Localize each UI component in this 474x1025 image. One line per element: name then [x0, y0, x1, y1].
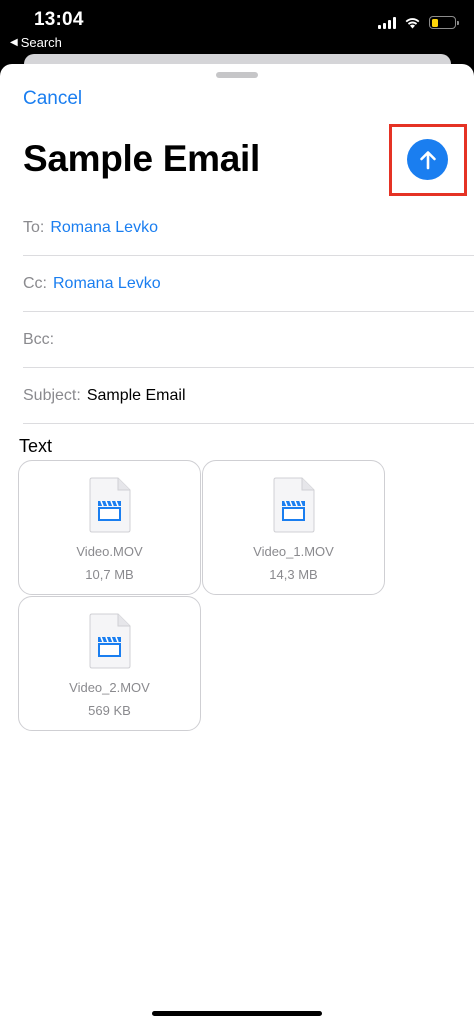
cc-field[interactable]: Cc: Romana Levko — [23, 256, 474, 312]
subject-label: Subject: — [23, 386, 81, 404]
send-button[interactable] — [407, 139, 448, 180]
bcc-label: Bcc: — [23, 330, 55, 348]
cc-recipient[interactable]: Romana Levko — [53, 275, 161, 293]
cancel-button[interactable]: Cancel — [23, 88, 82, 110]
status-icons — [378, 16, 459, 29]
back-to-app-link[interactable]: ◀ Search — [10, 35, 62, 50]
page-title: Sample Email — [23, 138, 261, 179]
home-indicator[interactable] — [152, 1011, 322, 1016]
subject-input[interactable]: Sample Email — [87, 387, 186, 405]
attachment-name: Video_1.MOV — [253, 544, 334, 559]
back-app-label: Search — [20, 35, 62, 50]
message-body[interactable]: Text — [19, 436, 52, 457]
attachment-size: 14,3 MB — [269, 567, 318, 582]
bcc-field[interactable]: Bcc: — [23, 312, 474, 368]
subject-field[interactable]: Subject: Sample Email — [23, 368, 474, 424]
back-triangle-icon: ◀ — [10, 37, 18, 48]
attachment-tile[interactable]: Video_1.MOV 14,3 MB — [202, 460, 385, 595]
to-label: To: — [23, 218, 45, 236]
sheet-grabber[interactable] — [216, 72, 258, 78]
status-bar: 13:04 ◀ Search — [0, 0, 474, 56]
arrow-up-icon — [419, 150, 436, 169]
compose-sheet: Cancel Sample Email To: Romana Levko Cc:… — [0, 64, 474, 1025]
attachment-name: Video.MOV — [76, 544, 143, 559]
video-file-icon — [89, 613, 131, 669]
attachment-size: 569 KB — [88, 703, 131, 718]
wifi-icon — [405, 18, 420, 29]
attachment-size: 10,7 MB — [85, 567, 134, 582]
attachment-tile[interactable]: Video.MOV 10,7 MB — [18, 460, 201, 595]
battery-icon — [429, 16, 459, 29]
attachment-name: Video_2.MOV — [69, 680, 150, 695]
cc-label: Cc: — [23, 274, 47, 292]
to-field[interactable]: To: Romana Levko — [23, 200, 474, 256]
video-file-icon — [89, 477, 131, 533]
to-recipient[interactable]: Romana Levko — [50, 219, 158, 237]
cellular-signal-icon — [378, 16, 396, 29]
attachment-tile[interactable]: Video_2.MOV 569 KB — [18, 596, 201, 731]
status-time: 13:04 — [34, 9, 84, 30]
video-file-icon — [273, 477, 315, 533]
